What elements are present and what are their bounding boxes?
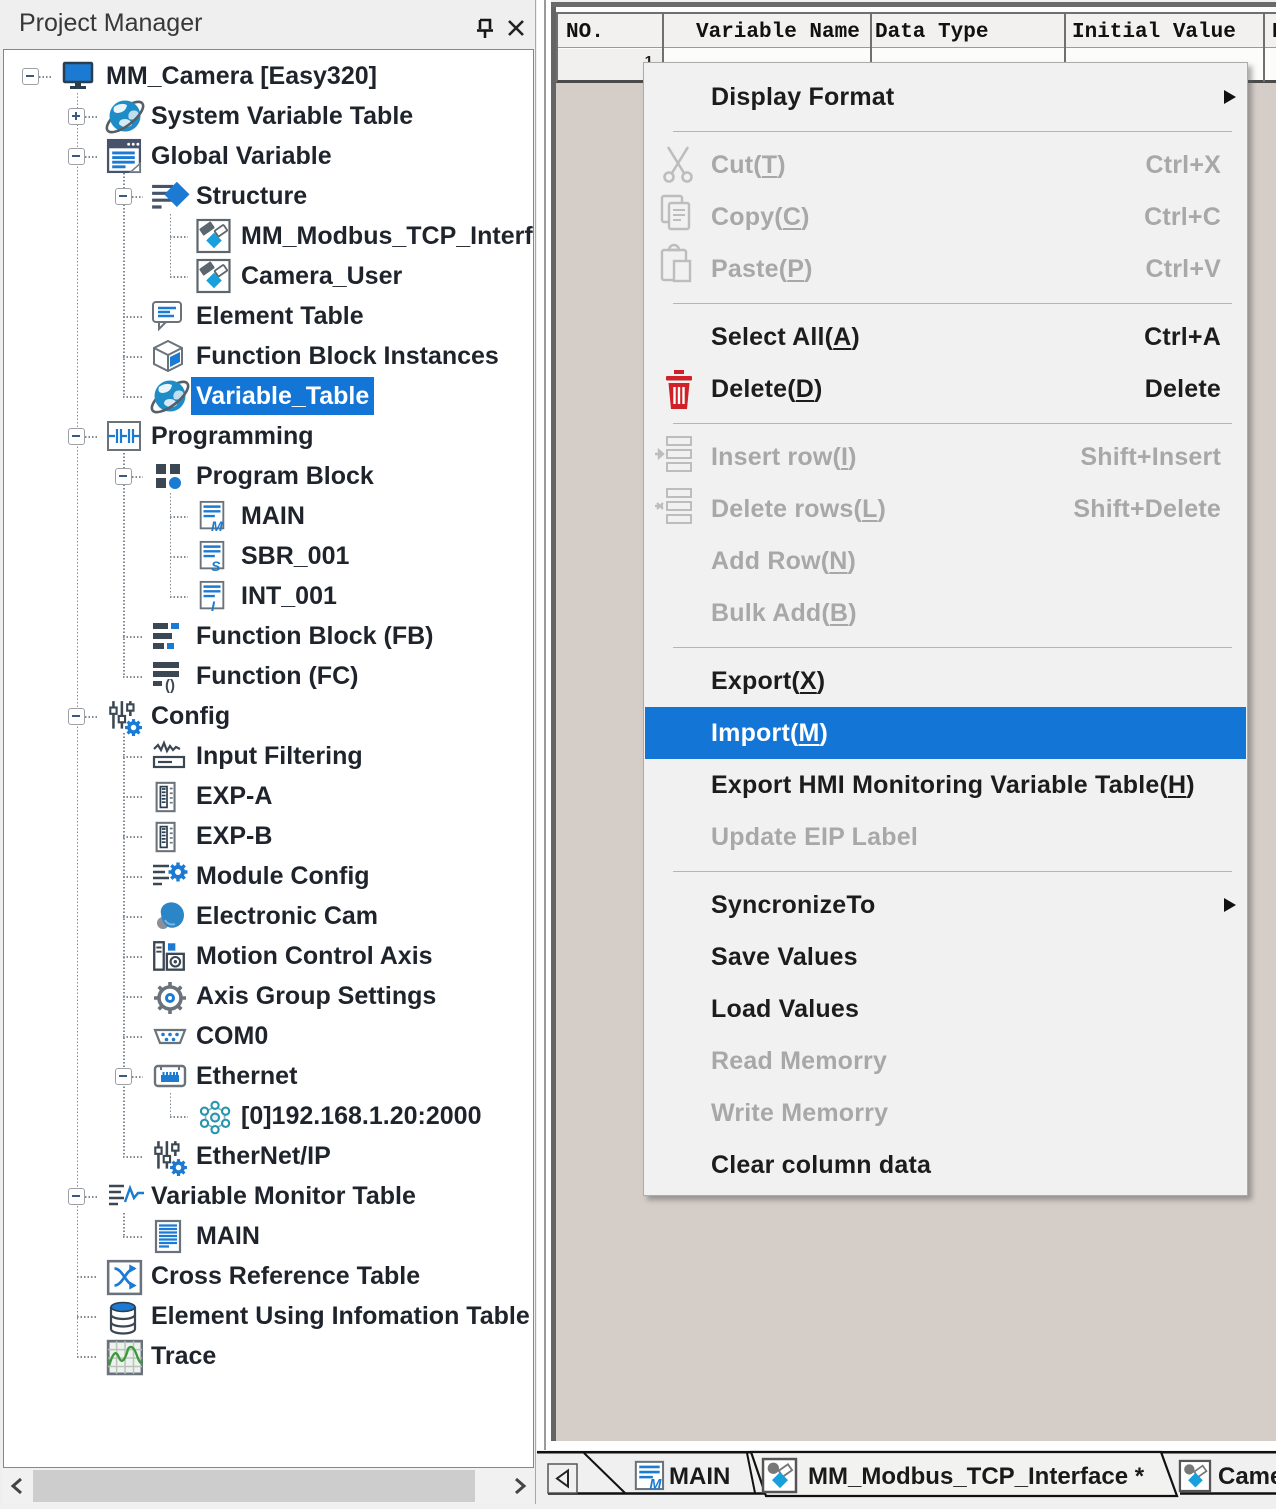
svg-text:MAIN: MAIN [669, 1463, 730, 1490]
svg-text:M: M [649, 1477, 662, 1493]
svg-text:(): () [165, 677, 175, 694]
svg-text:MM_Modbus_TCP_Interface *: MM_Modbus_TCP_Interface * [808, 1463, 1145, 1490]
svg-text:M: M [211, 519, 224, 535]
svg-text:Camera_User: Camera_User [1218, 1463, 1276, 1490]
svg-text:S: S [211, 559, 221, 575]
